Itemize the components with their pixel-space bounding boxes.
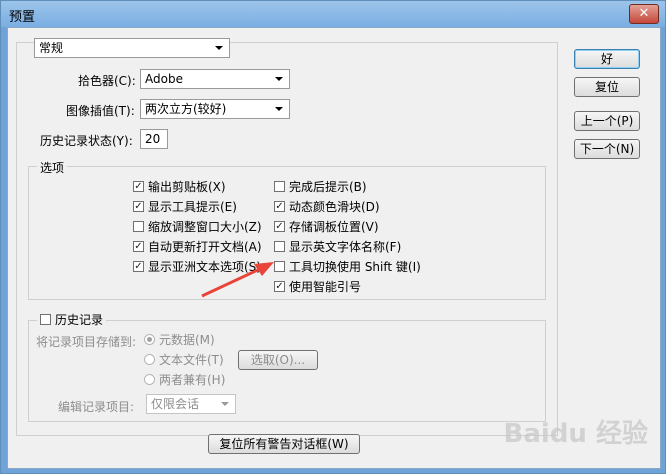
checkbox-checked-icon bbox=[133, 261, 144, 272]
checkbox-unchecked-icon bbox=[274, 241, 285, 252]
checkbox-label: 显示英文字体名称(F) bbox=[289, 240, 402, 254]
close-icon: ✕ bbox=[638, 6, 650, 21]
radio-text-file[interactable]: 文本文件(T) bbox=[144, 352, 224, 368]
checkbox-unchecked-icon bbox=[40, 314, 51, 325]
checkbox-unchecked-icon bbox=[133, 221, 144, 232]
section-select[interactable]: 常规 bbox=[34, 38, 230, 58]
checkbox-label: 动态颜色滑块(D) bbox=[289, 200, 380, 214]
interpolation-label: 图像插值(T): bbox=[66, 104, 135, 118]
section-select-value: 常规 bbox=[39, 41, 64, 55]
radio-label: 两者兼有(H) bbox=[159, 373, 226, 387]
checkbox-zoom-resize-windows[interactable]: 缩放调整窗口大小(Z) bbox=[133, 219, 262, 235]
checkbox-label: 使用智能引号 bbox=[289, 280, 362, 294]
checkbox-checked-icon bbox=[133, 201, 144, 212]
chevron-down-icon bbox=[275, 77, 283, 81]
reset-warnings-button[interactable]: 复位所有警告对话框(W) bbox=[208, 434, 360, 454]
interpolation-select[interactable]: 两次立方(较好) bbox=[140, 99, 290, 119]
checkbox-export-clipboard[interactable]: 输出剪贴板(X) bbox=[133, 179, 226, 195]
history-states-input[interactable]: 20 bbox=[140, 129, 168, 149]
edit-log-select[interactable]: 仅限会话 bbox=[146, 394, 236, 414]
checkbox-checked-icon bbox=[274, 221, 285, 232]
radio-label: 元数据(M) bbox=[159, 333, 215, 347]
edit-log-label: 编辑记录项目: bbox=[58, 400, 135, 414]
window-title: 预置 bbox=[9, 10, 36, 25]
history-group-title: 历史记录 bbox=[55, 313, 104, 327]
checkbox-beep-when-done[interactable]: 完成后提示(B) bbox=[274, 179, 367, 195]
interpolation-value: 两次立方(较好) bbox=[145, 102, 227, 116]
checkbox-label: 完成后提示(B) bbox=[289, 180, 367, 194]
chevron-down-icon bbox=[275, 107, 283, 111]
next-button[interactable]: 下一个(N) bbox=[574, 139, 640, 159]
checkbox-label: 输出剪贴板(X) bbox=[148, 180, 226, 194]
prev-button[interactable]: 上一个(P) bbox=[574, 111, 640, 131]
checkbox-label: 存储调板位置(V) bbox=[289, 220, 379, 234]
radio-selected-icon bbox=[144, 334, 155, 345]
title-bar: 预置 ✕ bbox=[1, 1, 665, 27]
checkbox-checked-icon bbox=[133, 241, 144, 252]
checkbox-dynamic-color-sliders[interactable]: 动态颜色滑块(D) bbox=[274, 199, 380, 215]
checkbox-label: 自动更新打开文档(A) bbox=[148, 240, 262, 254]
radio-metadata[interactable]: 元数据(M) bbox=[144, 332, 215, 348]
choose-file-button[interactable]: 选取(O)... bbox=[238, 350, 318, 370]
color-picker-value: Adobe bbox=[145, 72, 183, 86]
checkbox-checked-icon bbox=[274, 201, 285, 212]
dialog-client-area: 常规 拾色器(C): Adobe 图像插值(T): 两次立方(较好) 历史记录状… bbox=[7, 27, 661, 469]
reset-button[interactable]: 复位 bbox=[574, 77, 640, 97]
color-picker-select[interactable]: Adobe bbox=[140, 69, 290, 89]
checkbox-auto-update-docs[interactable]: 自动更新打开文档(A) bbox=[133, 239, 262, 255]
checkbox-show-tooltips[interactable]: 显示工具提示(E) bbox=[133, 199, 237, 215]
history-states-value: 20 bbox=[145, 132, 161, 146]
edit-log-value: 仅限会话 bbox=[151, 397, 200, 411]
checkbox-save-palette-locations[interactable]: 存储调板位置(V) bbox=[274, 219, 379, 235]
checkbox-history-log[interactable]: 历史记录 bbox=[37, 312, 107, 328]
checkbox-shift-tool-switch[interactable]: 工具切换使用 Shift 键(I) bbox=[274, 259, 421, 275]
checkbox-checked-icon bbox=[133, 181, 144, 192]
radio-both[interactable]: 两者兼有(H) bbox=[144, 372, 225, 388]
radio-unselected-icon bbox=[144, 354, 155, 365]
save-log-label: 将记录项目存储到: bbox=[36, 335, 137, 349]
checkbox-label: 缩放调整窗口大小(Z) bbox=[148, 220, 262, 234]
options-group-title: 选项 bbox=[37, 159, 68, 176]
checkbox-smart-quotes[interactable]: 使用智能引号 bbox=[274, 279, 361, 295]
checkbox-unchecked-icon bbox=[274, 181, 285, 192]
close-button[interactable]: ✕ bbox=[629, 4, 659, 24]
chevron-down-icon bbox=[221, 402, 229, 406]
radio-unselected-icon bbox=[144, 374, 155, 385]
chevron-down-icon bbox=[215, 46, 223, 50]
checkbox-english-font-names[interactable]: 显示英文字体名称(F) bbox=[274, 239, 401, 255]
annotation-arrow-icon bbox=[201, 262, 274, 298]
watermark-logo: Baidu 经验 bbox=[503, 419, 648, 449]
history-states-label: 历史记录状态(Y): bbox=[40, 134, 133, 148]
checkbox-label: 工具切换使用 Shift 键(I) bbox=[289, 260, 421, 274]
color-picker-label: 拾色器(C): bbox=[78, 74, 136, 88]
ok-button[interactable]: 好 bbox=[574, 49, 640, 69]
checkbox-label: 显示工具提示(E) bbox=[148, 200, 237, 214]
preferences-window: 预置 ✕ 常规 拾色器(C): Adobe 图像插值(T): 两次立方(较好) … bbox=[0, 0, 666, 474]
radio-label: 文本文件(T) bbox=[159, 353, 224, 367]
